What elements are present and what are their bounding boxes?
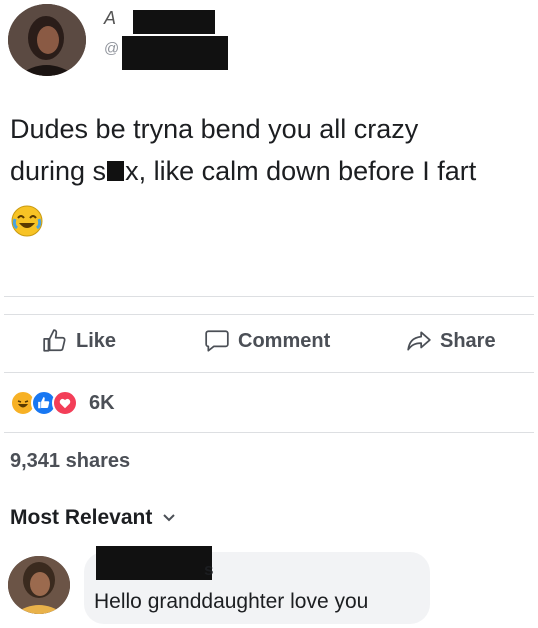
comment-sort-label: Most Relevant xyxy=(10,506,153,529)
reaction-count: 6K xyxy=(89,391,115,414)
share-arrow-icon xyxy=(407,331,431,351)
censor-box xyxy=(107,161,125,181)
commenter-avatar[interactable] xyxy=(8,556,70,614)
love-icon xyxy=(52,390,78,416)
shares-count[interactable]: 9,341 shares xyxy=(10,450,130,473)
reactions-summary[interactable]: 6K xyxy=(10,390,115,416)
like-label: Like xyxy=(76,329,117,352)
commenter-name-fragment[interactable]: s xyxy=(204,560,213,580)
comment-icon xyxy=(205,330,229,352)
poster-handle-redaction xyxy=(122,36,228,70)
chevron-down-icon xyxy=(163,514,176,522)
poster-name-redaction xyxy=(133,10,215,34)
like-button[interactable]: Like xyxy=(42,328,116,354)
thumbs-up-icon xyxy=(43,329,66,352)
post-text-line-2-end: x, like calm down before I fart xyxy=(125,156,477,186)
comment-button[interactable]: Comment xyxy=(204,328,330,354)
post-text-line-1: Dudes be tryna bend you all crazy xyxy=(10,114,419,144)
divider xyxy=(4,372,534,373)
divider xyxy=(4,296,534,297)
post-text-line-2-start: during s xyxy=(10,156,107,186)
comment-text: Hello granddaughter love you xyxy=(94,590,369,613)
poster-handle-prefix: @ xyxy=(104,40,120,57)
crying-laughing-emoji-icon xyxy=(10,204,44,243)
commenter-name-redaction xyxy=(96,546,212,580)
share-button[interactable]: Share xyxy=(406,328,496,354)
post-text-line-2: during s x, like calm down before I fart xyxy=(10,150,530,192)
share-label: Share xyxy=(440,329,496,352)
poster-avatar[interactable] xyxy=(8,4,86,76)
comment-label: Comment xyxy=(238,329,331,352)
comment-sort-dropdown[interactable]: Most Relevant xyxy=(10,506,176,530)
divider xyxy=(4,314,534,315)
post-text: Dudes be tryna bend you all crazy during… xyxy=(10,108,530,192)
divider xyxy=(4,432,534,433)
poster-name-fragment: A xyxy=(104,8,117,28)
